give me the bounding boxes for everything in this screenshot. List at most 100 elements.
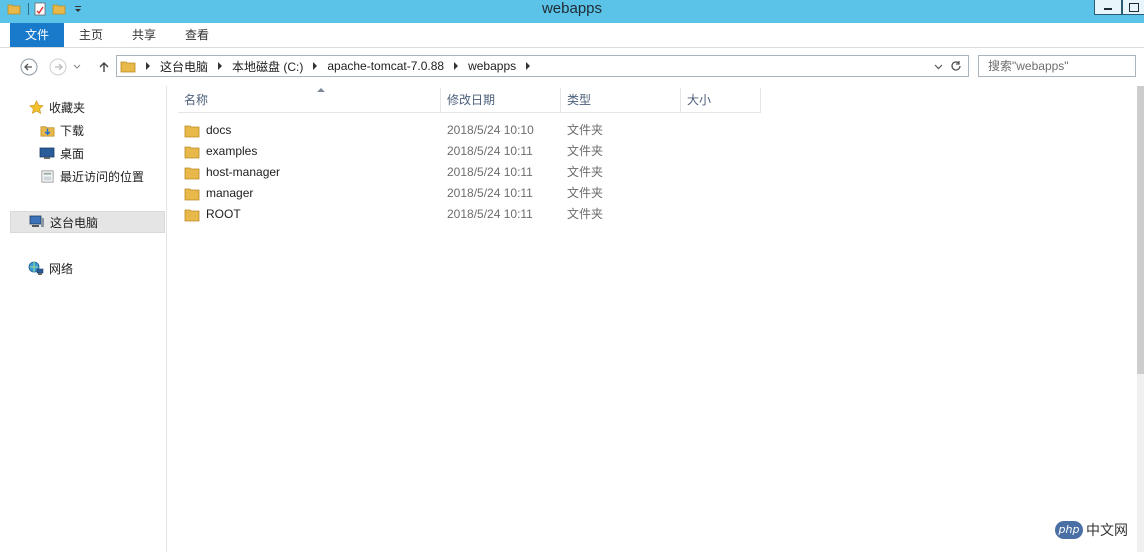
file-date: 2018/5/24 10:11 xyxy=(447,207,533,221)
maximize-button[interactable] xyxy=(1122,0,1144,15)
file-name: manager xyxy=(206,186,254,200)
file-list: 名称 修改日期 类型 大小 docs 2018/5/24 10:10 文件夹 e… xyxy=(167,86,1137,552)
file-date: 2018/5/24 10:10 xyxy=(447,123,534,137)
file-name-cell: host-manager xyxy=(184,162,280,183)
file-date: 2018/5/24 10:11 xyxy=(447,186,533,200)
breadcrumb-this-pc[interactable]: 这台电脑 xyxy=(156,56,212,76)
sort-ascending-icon xyxy=(317,88,325,92)
refresh-button[interactable] xyxy=(946,60,966,72)
sidebar-item-label: 这台电脑 xyxy=(50,215,99,230)
title-bar: webapps xyxy=(0,0,1144,23)
back-button[interactable] xyxy=(19,57,39,77)
column-header-size[interactable]: 大小 xyxy=(681,88,761,113)
breadcrumb-separator[interactable] xyxy=(454,62,459,70)
sidebar-item-label: 桌面 xyxy=(60,146,85,161)
sidebar-item-favorites[interactable]: 收藏夹 xyxy=(28,96,183,118)
file-type: 文件夹 xyxy=(567,144,604,158)
file-name-cell: manager xyxy=(184,183,253,204)
table-row[interactable]: examples 2018/5/24 10:11 文件夹 xyxy=(184,141,784,162)
tab-file[interactable]: 文件 xyxy=(10,23,64,47)
minimize-icon xyxy=(1104,8,1112,10)
table-row[interactable]: manager 2018/5/24 10:11 文件夹 xyxy=(184,183,784,204)
table-row[interactable]: ROOT 2018/5/24 10:11 文件夹 xyxy=(184,204,784,225)
refresh-icon xyxy=(951,61,961,71)
forward-arrow-icon xyxy=(49,58,67,76)
folder-icon xyxy=(184,123,200,139)
file-date: 2018/5/24 10:11 xyxy=(447,165,533,179)
up-arrow-icon xyxy=(99,62,109,72)
breadcrumb-separator[interactable] xyxy=(218,62,223,70)
file-type: 文件夹 xyxy=(567,207,604,221)
file-name: host-manager xyxy=(206,165,281,179)
desktop-icon xyxy=(39,145,55,161)
back-arrow-icon xyxy=(20,58,38,76)
recent-places-icon xyxy=(39,168,55,184)
folder-icon xyxy=(184,165,200,181)
folder-icon xyxy=(184,144,200,160)
star-icon xyxy=(28,99,44,115)
window-title: webapps xyxy=(541,0,603,17)
search-input[interactable]: 搜索"webapps" xyxy=(978,55,1136,77)
table-row[interactable]: host-manager 2018/5/24 10:11 文件夹 xyxy=(184,162,784,183)
breadcrumb-separator[interactable] xyxy=(313,62,318,70)
tab-view[interactable]: 查看 xyxy=(178,23,216,47)
scrollbar-thumb[interactable] xyxy=(1137,86,1144,374)
file-type: 文件夹 xyxy=(567,123,604,137)
sidebar-item-downloads[interactable]: 下载 xyxy=(39,119,165,141)
breadcrumb-separator[interactable] xyxy=(146,62,150,70)
breadcrumb-webapps[interactable]: webapps xyxy=(464,56,520,76)
vertical-scrollbar[interactable] xyxy=(1137,86,1144,552)
folder-icon xyxy=(117,56,140,76)
downloads-icon xyxy=(39,122,55,138)
sidebar-item-recent-places[interactable]: 最近访问的位置 xyxy=(39,165,165,187)
watermark-text: 中文网 xyxy=(1086,522,1128,538)
column-header-type[interactable]: 类型 xyxy=(561,88,681,113)
network-icon xyxy=(28,260,44,276)
sidebar-item-label: 下载 xyxy=(60,123,85,138)
column-header-label: 大小 xyxy=(687,93,712,107)
chevron-down-icon xyxy=(73,64,81,69)
sidebar-item-label: 网络 xyxy=(49,261,74,276)
computer-icon xyxy=(29,214,45,230)
watermark: php 中文网 xyxy=(1055,520,1128,540)
file-name: docs xyxy=(206,123,232,137)
file-type: 文件夹 xyxy=(567,165,604,179)
folder-icon xyxy=(184,207,200,223)
file-name-cell: docs xyxy=(184,120,231,141)
column-header-name[interactable]: 名称 xyxy=(178,88,441,113)
column-header-label: 修改日期 xyxy=(447,93,496,107)
up-button[interactable] xyxy=(94,57,114,77)
address-bar[interactable]: 这台电脑 本地磁盘 (C:) apache-tomcat-7.0.88 weba… xyxy=(116,55,969,77)
chevron-down-icon xyxy=(934,64,942,69)
navigation-bar: 这台电脑 本地磁盘 (C:) apache-tomcat-7.0.88 weba… xyxy=(0,48,1144,86)
file-name-cell: examples xyxy=(184,141,257,162)
minimize-button[interactable] xyxy=(1094,0,1122,15)
table-row[interactable]: docs 2018/5/24 10:10 文件夹 xyxy=(184,120,784,141)
sidebar-item-label: 最近访问的位置 xyxy=(60,169,145,184)
breadcrumb-local-disk[interactable]: 本地磁盘 (C:) xyxy=(228,56,307,76)
watermark-badge: php xyxy=(1055,521,1083,539)
address-history-button[interactable] xyxy=(930,62,946,71)
ribbon-tabs: 文件 主页 共享 查看 xyxy=(0,23,1144,48)
sidebar-item-this-pc[interactable]: 这台电脑 xyxy=(10,211,165,233)
column-header-date[interactable]: 修改日期 xyxy=(441,88,561,113)
tab-share[interactable]: 共享 xyxy=(125,23,163,47)
file-name-cell: ROOT xyxy=(184,204,241,225)
sidebar-item-desktop[interactable]: 桌面 xyxy=(39,142,165,164)
file-date: 2018/5/24 10:11 xyxy=(447,144,533,158)
file-name: ROOT xyxy=(206,207,241,221)
column-header-label: 类型 xyxy=(567,93,592,107)
folder-icon xyxy=(184,186,200,202)
maximize-icon xyxy=(1129,2,1139,12)
forward-button[interactable] xyxy=(48,57,68,77)
breadcrumb-tomcat[interactable]: apache-tomcat-7.0.88 xyxy=(323,56,448,76)
column-header-label: 名称 xyxy=(184,93,209,107)
recent-locations-button[interactable] xyxy=(72,57,82,77)
tab-home[interactable]: 主页 xyxy=(72,23,110,47)
file-name: examples xyxy=(206,144,258,158)
file-type: 文件夹 xyxy=(567,186,604,200)
navigation-pane: 收藏夹 下载 桌面 最近访问的位置 这台电脑 网络 xyxy=(10,86,167,552)
breadcrumb-separator[interactable] xyxy=(526,62,531,70)
sidebar-item-label: 收藏夹 xyxy=(49,100,86,115)
sidebar-item-network[interactable]: 网络 xyxy=(28,257,183,279)
